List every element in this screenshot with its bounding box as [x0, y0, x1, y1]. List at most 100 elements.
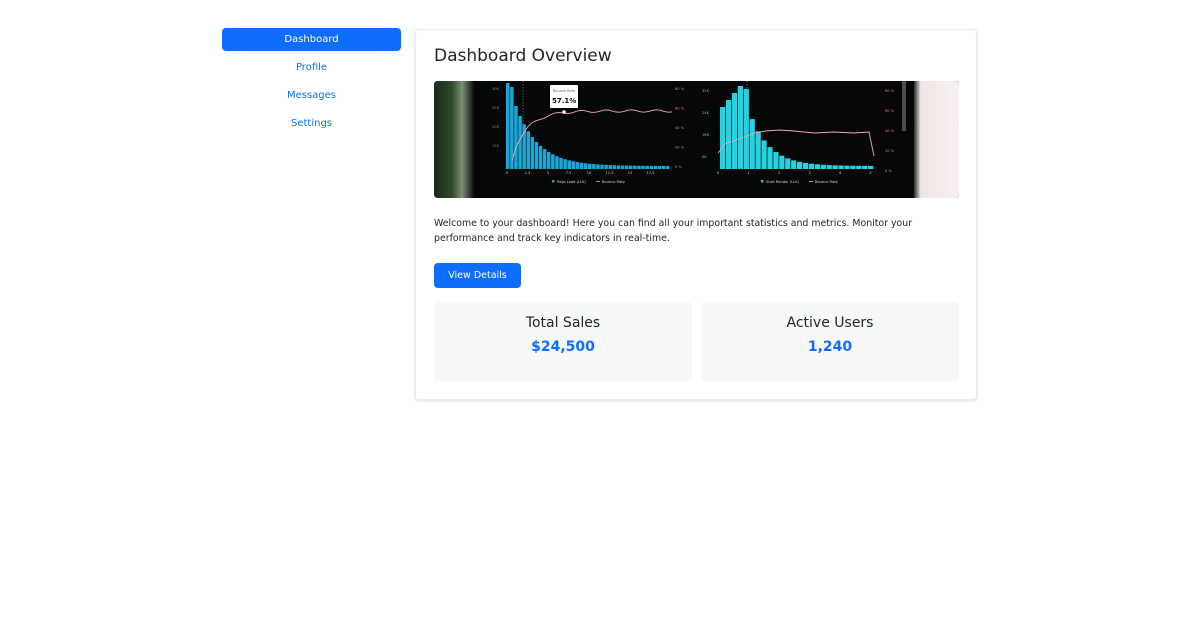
x-tick-label: 5 [869, 171, 871, 175]
legend-label: Bounce Rate [815, 180, 839, 184]
y-tick-label: 32K [702, 89, 710, 93]
histogram-bar [645, 165, 649, 169]
view-details-button[interactable]: View Details [434, 263, 521, 288]
histogram-bar [743, 89, 749, 169]
histogram-bar [868, 165, 874, 169]
y2-tick-label: 40 % [675, 126, 685, 130]
legend-swatch [552, 180, 555, 183]
histogram-bar [538, 145, 543, 169]
histogram-bar [641, 165, 645, 169]
histogram-bar [596, 164, 600, 169]
histogram-bar [616, 165, 621, 169]
histogram-bar [850, 165, 856, 169]
y2-tick-label: 20 % [885, 149, 895, 153]
histogram-bar [629, 165, 633, 169]
histogram-bar [808, 163, 815, 169]
stat-value: $24,500 [531, 339, 595, 355]
histogram-bar [844, 165, 850, 169]
histogram-bar [506, 83, 510, 169]
y-tick-label: 30K [492, 87, 500, 91]
legend-swatch [761, 180, 764, 183]
analytics-screen-photo: 30K 25K 20K 15K 80 % 60 % 40 % 20 % 0 % 0 2.5 5 7.5 1… [434, 81, 959, 198]
data-point-marker [562, 110, 566, 114]
y2-tick-label: 80 % [885, 89, 895, 93]
legend-label: Bounce Rate [602, 180, 626, 184]
histogram-bar [832, 165, 838, 169]
stat-value: 1,240 [807, 339, 853, 355]
y-tick-label: 8K [702, 155, 707, 159]
histogram-bar [779, 155, 785, 169]
x-tick-label: 17.5 [646, 171, 654, 175]
histogram-bar [563, 159, 567, 169]
total-sales-card: Total Sales $24,500 [434, 302, 692, 381]
y2-tick-label: 80 % [675, 87, 685, 91]
y-tick-label: 25K [492, 106, 500, 110]
y2-tick-label: 0 % [885, 169, 892, 173]
sidebar-item-dashboard[interactable]: Dashboard [222, 28, 401, 51]
x-tick-label: 1 [747, 171, 749, 175]
histogram-bar [637, 165, 641, 169]
tooltip-value: 57.1% [552, 97, 576, 105]
histogram-bar [755, 131, 761, 169]
histogram-bar [612, 165, 617, 169]
y-tick-label: 24K [702, 111, 710, 115]
histogram-bar [526, 131, 530, 169]
histogram-bar [551, 154, 555, 169]
stat-label: Active Users [786, 315, 874, 331]
histogram-bar [583, 163, 588, 169]
sidebar-item-messages[interactable]: Messages [222, 84, 401, 107]
sidebar: Dashboard Profile Messages Settings [222, 28, 401, 140]
tooltip-title: Bounce Rate [553, 89, 575, 93]
histogram-bar [767, 147, 773, 169]
sidebar-item-settings[interactable]: Settings [222, 112, 401, 135]
histogram-bar [567, 160, 571, 169]
histogram-bar [588, 163, 592, 169]
active-users-card: Active Users 1,240 [701, 302, 959, 381]
histogram-bar [856, 165, 862, 169]
x-tick-label: 5 [547, 171, 549, 175]
y2-tick-label: 60 % [675, 107, 685, 111]
x-tick-label: 10 [587, 171, 592, 175]
histogram-bar [737, 86, 743, 169]
histogram-bar [514, 106, 518, 169]
histogram-bar [542, 149, 547, 169]
histogram-bar [749, 119, 755, 169]
histogram-bar [826, 165, 832, 169]
page-title: Dashboard Overview [434, 46, 612, 66]
histogram-bar [653, 165, 658, 169]
histogram-bar [785, 158, 791, 169]
histogram-bar [559, 157, 563, 169]
x-tick-label: 7.5 [566, 171, 572, 175]
histogram-bar [814, 164, 820, 169]
x-tick-label: 2 [778, 171, 780, 175]
histogram-bar [720, 107, 726, 169]
histogram-bar [797, 161, 803, 169]
histogram-bar [649, 165, 653, 169]
y-tick-label: 15K [492, 144, 500, 148]
histogram-bar [575, 162, 580, 169]
y2-tick-label: 20 % [675, 146, 685, 150]
x-tick-label: 15 [628, 171, 633, 175]
histogram-bar [604, 164, 608, 169]
legend-label: Page Load (LLK) [557, 180, 586, 184]
histogram-bar [802, 162, 809, 169]
histogram-bar [665, 165, 670, 169]
stat-label: Total Sales [525, 315, 601, 331]
legend-label: Start Render (LLK) [766, 180, 800, 184]
x-tick-label: 3 [808, 171, 810, 175]
histogram-bar [731, 93, 738, 169]
y2-tick-label: 40 % [885, 129, 895, 133]
intro-text: Welcome to your dashboard! Here you can … [434, 218, 913, 244]
histogram-bar [592, 164, 596, 169]
histogram-bar [773, 152, 779, 169]
histogram-bar [579, 162, 584, 169]
histogram-bar [624, 165, 629, 169]
hero-image-graphic: 30K25K20K15K80 %60 %40 %20 %0 %0 2.5 5 7.5 1… [434, 81, 959, 198]
histogram-bar [534, 141, 539, 169]
histogram-bar [555, 156, 559, 169]
histogram-bar [791, 160, 797, 169]
histogram-bar [761, 140, 767, 169]
y2-tick-label: 60 % [885, 109, 895, 113]
sidebar-item-profile[interactable]: Profile [222, 56, 401, 79]
histogram-bar [547, 151, 551, 169]
